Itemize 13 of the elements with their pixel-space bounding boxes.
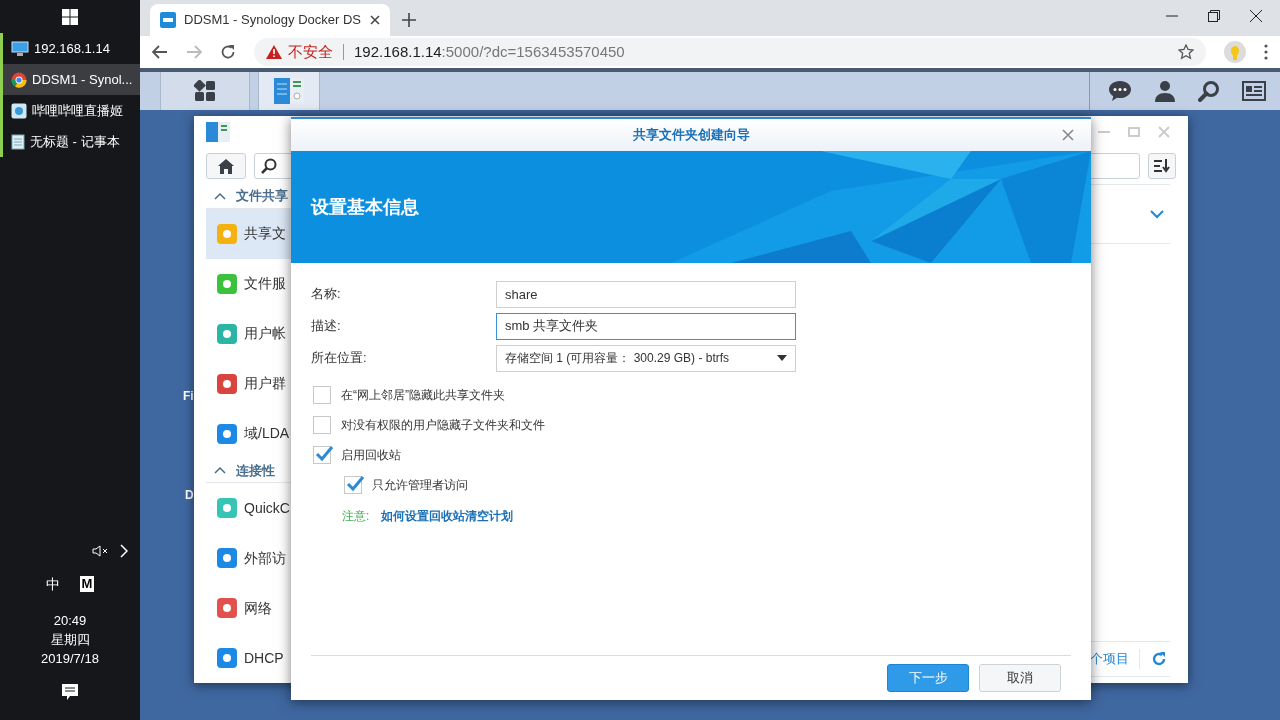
- dialog-heading: 设置基本信息: [311, 195, 419, 219]
- note-label: 注意:: [342, 508, 370, 525]
- checkbox-label: 启用回收站: [341, 447, 401, 464]
- field-label: 所在位置:: [311, 349, 368, 368]
- checkbox-label: 只允许管理者访问: [372, 477, 468, 494]
- checkbox-label: 对没有权限的用户隐藏子文件夹和文件: [341, 417, 545, 434]
- url-text: 192.168.1.14:5000/?dc=1563453570450: [354, 41, 625, 62]
- field-label: 名称:: [311, 285, 342, 304]
- checkbox-label: 在“网上邻居”隐藏此共享文件夹: [341, 387, 505, 404]
- field-label: 描述:: [311, 317, 342, 336]
- security-label: 不安全: [288, 41, 333, 62]
- dialog-title: 共享文件夹创建向导: [632, 126, 750, 145]
- tab-title: DDSM1 - Synology Docker DS: [184, 11, 362, 30]
